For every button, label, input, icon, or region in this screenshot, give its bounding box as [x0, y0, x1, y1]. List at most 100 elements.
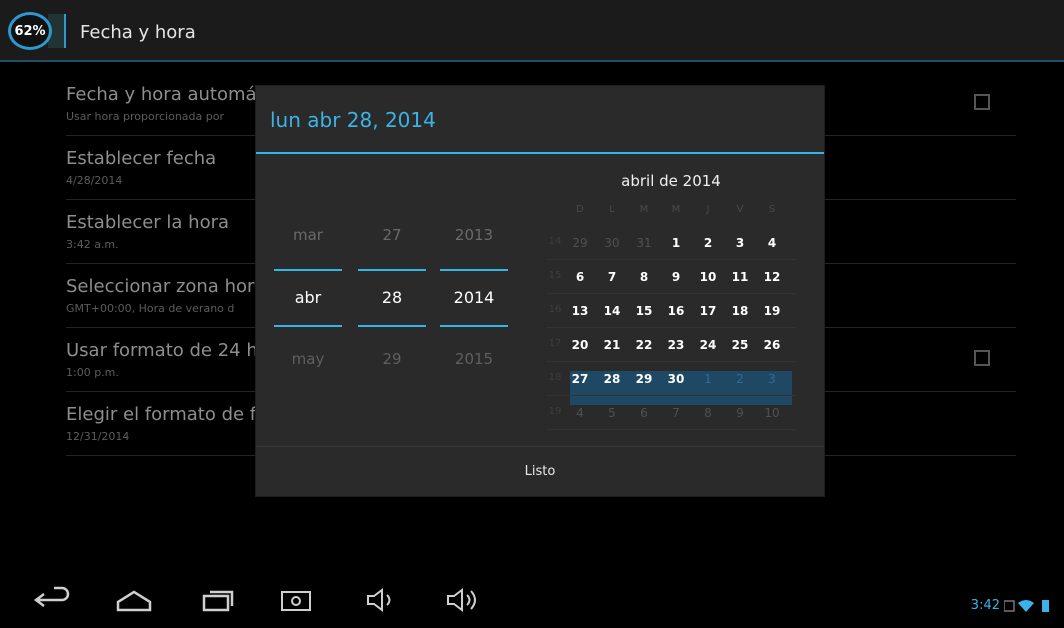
- calendar-day[interactable]: 30: [598, 231, 626, 255]
- page-title: Fecha y hora: [80, 22, 196, 43]
- volume-down-icon[interactable]: [364, 586, 404, 614]
- home-icon[interactable]: [114, 586, 154, 614]
- week-number: 19: [548, 406, 562, 417]
- calendar-day[interactable]: 28: [598, 367, 626, 391]
- calendar-day[interactable]: 1: [694, 367, 722, 391]
- setting-title: Establecer fecha: [66, 148, 217, 169]
- calendar-day[interactable]: 23: [662, 333, 690, 357]
- calendar-day[interactable]: 5: [598, 401, 626, 425]
- day-current[interactable]: 28: [358, 288, 426, 307]
- calendar-day[interactable]: 22: [630, 333, 658, 357]
- navigation-bar: 3:42: [0, 572, 1064, 628]
- calendar-day[interactable]: 9: [726, 401, 754, 425]
- weekday-header: D L M M J V S: [566, 204, 796, 218]
- spinner-divider: [274, 325, 342, 327]
- calendar-day[interactable]: 10: [694, 265, 722, 289]
- month-current[interactable]: abr: [274, 288, 342, 307]
- year-prev[interactable]: 2013: [440, 226, 508, 244]
- dialog-divider: [256, 152, 824, 154]
- calendar-day[interactable]: 16: [662, 299, 690, 323]
- calendar-day[interactable]: 18: [726, 299, 754, 323]
- setting-summary: Usar hora proporcionada por: [66, 110, 224, 123]
- calendar-day[interactable]: 4: [566, 401, 594, 425]
- calendar-day[interactable]: 6: [630, 401, 658, 425]
- week-number: 18: [548, 372, 562, 383]
- calendar-day[interactable]: 3: [726, 231, 754, 255]
- month-prev[interactable]: mar: [274, 226, 342, 244]
- setting-title: Seleccionar zona horar: [66, 276, 273, 297]
- calendar-day[interactable]: 9: [662, 265, 690, 289]
- calendar-day[interactable]: 14: [598, 299, 626, 323]
- day-next[interactable]: 29: [358, 350, 426, 368]
- 24h-format-checkbox[interactable]: [974, 350, 990, 366]
- calendar-day[interactable]: 6: [566, 265, 594, 289]
- calendar-day[interactable]: 21: [598, 333, 626, 357]
- weekday-label: M: [671, 204, 681, 215]
- calendar-day[interactable]: 24: [694, 333, 722, 357]
- calendar-day[interactable]: 27: [566, 367, 594, 391]
- year-next[interactable]: 2015: [440, 350, 508, 368]
- spinner-divider: [274, 269, 342, 271]
- weekday-label: V: [736, 204, 744, 215]
- week-number: 15: [548, 270, 562, 281]
- calendar-day[interactable]: 13: [566, 299, 594, 323]
- volume-up-icon[interactable]: [444, 586, 484, 614]
- screenshot-icon[interactable]: [278, 586, 318, 614]
- spinner-divider: [440, 269, 508, 271]
- setting-title: Establecer la hora: [66, 212, 230, 233]
- calendar-week-row: 14 29 30 31 1 2 3 4: [546, 226, 796, 260]
- status-clock[interactable]: 3:42: [971, 598, 1000, 613]
- action-bar: 62% Fecha y hora: [0, 0, 1064, 62]
- calendar-day[interactable]: 7: [598, 265, 626, 289]
- wifi-icon: [1018, 600, 1034, 612]
- weekday-label: D: [576, 204, 584, 215]
- calendar-day[interactable]: 30: [662, 367, 690, 391]
- week-number: 14: [548, 236, 562, 247]
- week-number: 16: [548, 304, 562, 315]
- calendar-day[interactable]: 17: [694, 299, 722, 323]
- calendar-day[interactable]: 15: [630, 299, 658, 323]
- calendar-day[interactable]: 12: [758, 265, 786, 289]
- calendar-day[interactable]: 11: [726, 265, 754, 289]
- calendar-day[interactable]: 20: [566, 333, 594, 357]
- calendar-day[interactable]: 2: [694, 231, 722, 255]
- calendar-week-row: 17 20 21 22 23 24 25 26: [546, 328, 796, 362]
- calendar-day[interactable]: 25: [726, 333, 754, 357]
- calendar-day[interactable]: 8: [694, 401, 722, 425]
- calendar-day[interactable]: 10: [758, 401, 786, 425]
- dialog-button-bar: Listo: [256, 446, 824, 496]
- week-number: 17: [548, 338, 562, 349]
- calendar-day[interactable]: 1: [662, 231, 690, 255]
- auto-datetime-checkbox[interactable]: [974, 94, 990, 110]
- calendar-day[interactable]: 29: [630, 367, 658, 391]
- calendar-day[interactable]: 26: [758, 333, 786, 357]
- spinner-divider: [358, 269, 426, 271]
- calendar-day[interactable]: 19: [758, 299, 786, 323]
- weekday-label: S: [768, 204, 776, 215]
- setting-summary: GMT+00:00, Hora de verano d: [66, 302, 235, 315]
- done-button[interactable]: Listo: [256, 447, 824, 497]
- setting-summary: 1:00 p.m.: [66, 366, 119, 379]
- day-prev[interactable]: 27: [358, 226, 426, 244]
- month-next[interactable]: may: [274, 350, 342, 368]
- setting-title: Elegir el formato de fec: [66, 404, 278, 425]
- calendar-day[interactable]: 8: [630, 265, 658, 289]
- notification-image-icon: [1003, 600, 1015, 612]
- calendar-day[interactable]: 7: [662, 401, 690, 425]
- system-status-icons[interactable]: [1003, 598, 1054, 612]
- battery-indicator: 62%: [8, 12, 52, 50]
- calendar-day[interactable]: 29: [566, 231, 594, 255]
- weekday-label: M: [639, 204, 649, 215]
- calendar-day[interactable]: 31: [630, 231, 658, 255]
- calendar-day[interactable]: 4: [758, 231, 786, 255]
- calendar-day[interactable]: 3: [758, 367, 786, 391]
- calendar-week-row: 18 27 28 29 30 1 2 3: [546, 362, 796, 396]
- recent-apps-icon[interactable]: [198, 586, 238, 614]
- year-current[interactable]: 2014: [440, 288, 508, 307]
- calendar-week-row: 15 6 7 8 9 10 11 12: [546, 260, 796, 294]
- back-icon[interactable]: [32, 586, 72, 614]
- calendar-day[interactable]: 2: [726, 367, 754, 391]
- calendar-view[interactable]: abril de 2014 D L M M J V S 14 29 30 31 1 2 3 4…: [546, 172, 806, 436]
- weekday-label: L: [609, 204, 615, 215]
- calendar-week-row: 19 4 5 6 7 8 9 10: [546, 396, 796, 430]
